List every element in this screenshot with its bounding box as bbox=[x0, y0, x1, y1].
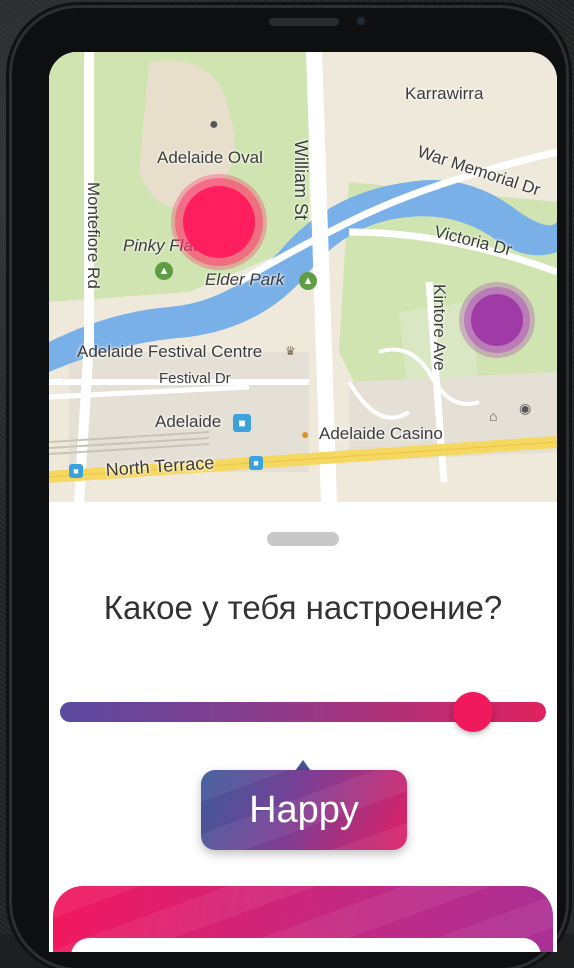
phone-screen: Karrawirra Adelaide Oval William St War … bbox=[49, 52, 557, 952]
map-label-festival-dr: Festival Dr bbox=[159, 370, 231, 387]
stadium-icon: ● bbox=[209, 116, 219, 133]
phone-frame: Karrawirra Adelaide Oval William St War … bbox=[12, 8, 566, 968]
train-station-icon: ■ bbox=[233, 414, 251, 432]
map-label-elder-park: Elder Park bbox=[205, 270, 285, 289]
speaker-grille bbox=[269, 18, 339, 26]
mood-bottom-sheet: Какое у тебя настроение? Happy bbox=[49, 502, 557, 952]
bus-stop-icon-2: ■ bbox=[249, 456, 263, 470]
park-tree-icon: ▲ bbox=[155, 262, 173, 280]
casino-icon: ● bbox=[301, 426, 310, 442]
park-tree-icon-2: ▲ bbox=[299, 272, 317, 290]
mood-value-bubble: Happy bbox=[201, 770, 407, 850]
map-label-karrawirra: Karrawirra bbox=[405, 84, 484, 103]
mood-marker-red[interactable] bbox=[171, 174, 267, 270]
sheet-drag-handle[interactable] bbox=[267, 532, 339, 546]
phone-notch bbox=[162, 8, 452, 50]
action-card-inner[interactable] bbox=[71, 938, 541, 952]
front-camera bbox=[354, 14, 368, 28]
bus-stop-icon: ■ bbox=[69, 464, 83, 478]
map-view[interactable]: Karrawirra Adelaide Oval William St War … bbox=[49, 52, 557, 502]
map-label-montefiore: Montefiore Rd bbox=[84, 182, 103, 289]
mood-question: Какое у тебя настроение? bbox=[103, 589, 503, 626]
map-label-william-st: William St bbox=[291, 140, 311, 220]
museum-icon: ⌂ bbox=[489, 408, 498, 424]
mood-marker-purple[interactable] bbox=[459, 282, 535, 358]
map-label-festival-centre: Adelaide Festival Centre bbox=[77, 342, 263, 361]
map-label-adelaide-oval: Adelaide Oval bbox=[157, 148, 263, 167]
action-card[interactable] bbox=[53, 886, 553, 952]
mood-value-label: Happy bbox=[249, 789, 359, 831]
map-label-kintore: Kintore Ave bbox=[430, 284, 449, 371]
map-label-casino: Adelaide Casino bbox=[319, 424, 443, 443]
theatre-icon: ♛ bbox=[285, 344, 296, 358]
map-label-adelaide-station: Adelaide bbox=[155, 412, 222, 431]
mood-slider-thumb[interactable] bbox=[453, 692, 494, 732]
art-gallery-icon: ◉ bbox=[519, 400, 532, 416]
